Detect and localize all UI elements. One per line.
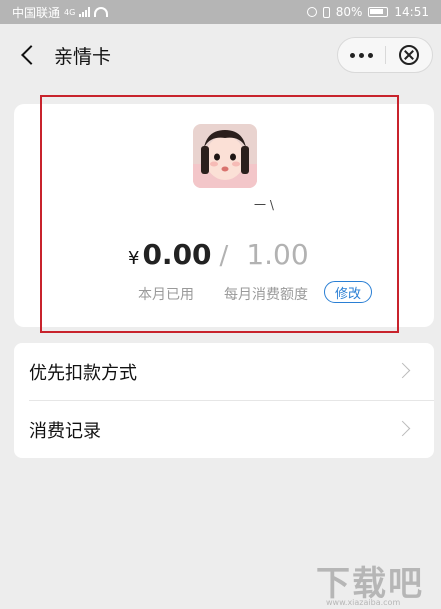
- amount-row: ¥ 0.00 / 1.00: [128, 238, 309, 278]
- used-label: 本月已用: [138, 287, 194, 303]
- list-item-payment-priority[interactable]: 优先扣款方式: [14, 343, 434, 400]
- list-item-spending-records[interactable]: 消费记录: [14, 401, 434, 458]
- network-type: 4G: [64, 7, 76, 17]
- alarm-icon: [306, 7, 317, 17]
- avatar-image: [193, 124, 257, 188]
- wifi-icon: [94, 7, 109, 17]
- status-right: 80% 14:51: [306, 5, 429, 19]
- monthly-limit-amount: 1.00: [246, 238, 309, 271]
- amount-separator: /: [219, 241, 229, 271]
- chevron-right-icon: [394, 362, 411, 379]
- battery-icon: [368, 7, 389, 17]
- nav-header: 亲情卡: [0, 24, 441, 86]
- vibrate-icon: [322, 6, 330, 18]
- more-button[interactable]: [338, 38, 385, 72]
- back-button[interactable]: [14, 41, 42, 69]
- edit-limit-button[interactable]: 修改: [324, 281, 372, 303]
- signal-icon: [79, 7, 91, 17]
- options-list: 优先扣款方式 消费记录: [14, 343, 434, 458]
- list-item-label: 消费记录: [29, 420, 101, 442]
- watermark-url: www.xiazaiba.com: [326, 598, 401, 607]
- status-time: 14:51: [394, 5, 429, 19]
- more-dots-icon: [350, 52, 355, 58]
- status-bar: 中国联通 4G 80% 14:51: [0, 0, 441, 24]
- battery-percent: 80%: [335, 5, 363, 19]
- used-amount: 0.00: [142, 238, 212, 271]
- member-nickname: 一 \: [254, 198, 274, 212]
- list-item-label: 优先扣款方式: [29, 362, 137, 384]
- status-left: 中国联通 4G: [12, 4, 109, 21]
- avatar: [193, 124, 257, 188]
- close-circle-icon: [398, 45, 419, 65]
- limit-label: 每月消费额度: [224, 287, 308, 303]
- currency-symbol: ¥: [128, 248, 140, 269]
- watermark: 下载吧 www.xiazaiba.com: [316, 556, 436, 607]
- close-button[interactable]: [386, 38, 432, 72]
- chevron-right-icon: [394, 420, 411, 437]
- page-title: 亲情卡: [54, 46, 112, 68]
- miniprogram-capsule: [337, 37, 433, 73]
- chevron-left-icon: [21, 45, 41, 65]
- carrier-name: 中国联通: [12, 5, 61, 20]
